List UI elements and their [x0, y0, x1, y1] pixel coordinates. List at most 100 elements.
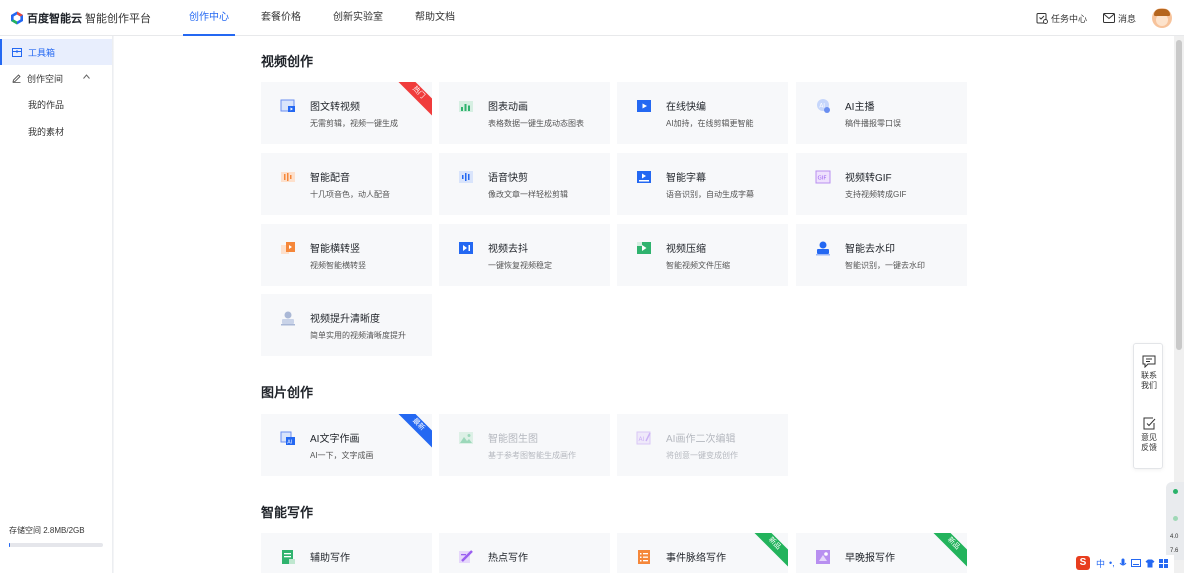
tool-card-description: 智能视频文件压缩	[666, 261, 730, 270]
tool-card-description: 稿件播报零口误	[845, 119, 901, 128]
svg-text:AI: AI	[639, 436, 645, 443]
sidebar-item-my-works[interactable]: 我的作品	[0, 91, 112, 118]
keyboard-icon	[1130, 559, 1141, 567]
sogou-logo: S	[1076, 556, 1090, 570]
sidebar-item-workspace[interactable]: 创作空间	[0, 65, 112, 91]
nav-help-docs[interactable]: 帮助文档	[415, 0, 455, 36]
online-edit-icon	[637, 100, 651, 112]
tool-card-ai-anchor[interactable]: AI AI主播 稿件播报零口误	[796, 82, 967, 144]
chart-animation-icon	[459, 101, 473, 112]
tool-card-image-to-image[interactable]: 智能图生图 基于参考图智能生成画作	[439, 414, 610, 476]
microphone-icon	[1119, 558, 1127, 566]
messages-label: 消息	[1117, 13, 1136, 24]
tool-card-description: 视频智能横转竖	[310, 261, 366, 270]
tool-card-description: 简单实用的视频清晰度提升	[310, 331, 406, 340]
ai-paint-icon: AI	[280, 431, 295, 446]
contact-us-button[interactable]: 联系我们	[1134, 355, 1164, 391]
card-badge: 新品	[748, 533, 788, 570]
sidebar-item-label: 创作空间	[27, 73, 64, 84]
tool-card-gif[interactable]: GIF 视频转GIF 支持视频转成GIF	[796, 153, 967, 215]
tool-card-landscape-to-portrait[interactable]: 智能横转竖视频智能横转竖	[261, 224, 432, 286]
hot-writing-icon	[459, 550, 473, 563]
baidu-cloud-logo-icon	[11, 11, 23, 24]
tool-card-title: 智能配音	[310, 173, 350, 184]
ai-anchor-icon: AI	[817, 99, 830, 113]
logo[interactable]: 百度智能云 智能创作平台	[10, 10, 151, 26]
mail-icon	[1102, 13, 1115, 23]
image-to-image-icon	[459, 432, 473, 444]
chat-icon	[1142, 355, 1156, 368]
tool-card-title: 在线快编	[666, 102, 706, 113]
widget-value-1: 4.0	[1170, 534, 1179, 540]
svg-text:AI: AI	[819, 103, 825, 110]
tool-card-title: 视频去抖	[488, 244, 528, 255]
section-title-writing: 智能写作	[261, 505, 314, 520]
status-dot	[1173, 516, 1178, 521]
tool-card-subtitle[interactable]: 智能字幕语音识别，自动生成字幕	[617, 153, 788, 215]
tool-card-title: 智能横转竖	[310, 244, 360, 255]
tool-card-image-to-video[interactable]: 图文转视频 无需剪辑，视频一键生成 热门	[261, 82, 432, 144]
tool-card-report-writing[interactable]: 早晚报写作 新品	[796, 533, 967, 573]
tool-card-ai-edit[interactable]: AI AI画作二次编辑 将创意一键变成创作	[617, 414, 788, 476]
tool-card-voice-cut[interactable]: 语音快剪 像改文章一样轻松剪辑	[439, 153, 610, 215]
tool-card-description: 智能识别，一键去水印	[845, 261, 925, 270]
subtitle-icon	[637, 171, 651, 183]
nav-pricing[interactable]: 套餐价格	[261, 0, 301, 36]
tool-card-title: 视频提升清晰度	[310, 314, 380, 325]
tool-card-event-writing[interactable]: 事件脉络写作 新品	[617, 533, 788, 573]
tool-card-title: 智能去水印	[845, 244, 895, 255]
user-avatar[interactable]	[1152, 8, 1172, 28]
widget-value-2: 7.6	[1170, 548, 1179, 554]
tool-card-stabilize[interactable]: 视频去抖 一键恢复视频稳定	[439, 224, 610, 286]
storage-progress-fill	[9, 543, 10, 547]
side-status-widget[interactable]: 4.0 7.6	[1166, 482, 1184, 560]
tool-card-ai-paint[interactable]: AI AI文字作画 AI一下，文字成画 最新	[261, 414, 432, 476]
dubbing-icon	[281, 172, 295, 182]
event-writing-icon	[638, 550, 650, 564]
image-to-video-icon	[280, 99, 295, 112]
pen-icon	[12, 73, 21, 83]
skin-icon	[1145, 559, 1155, 567]
tool-card-hot-writing[interactable]: 热点写作	[439, 533, 610, 573]
tool-card-compress[interactable]: 视频压缩 智能视频文件压缩	[617, 224, 788, 286]
tool-card-title: 智能字幕	[666, 173, 706, 184]
tool-card-title: 热点写作	[488, 553, 528, 564]
card-badge: 最新	[392, 414, 432, 451]
scrollbar-thumb[interactable]	[1176, 40, 1182, 350]
tool-card-description: 支持视频转成GIF	[845, 190, 907, 199]
tool-card-description: 语音识别，自动生成字幕	[666, 190, 754, 199]
tool-card-title: 早晚报写作	[845, 553, 895, 564]
sidebar-item-my-materials[interactable]: 我的素材	[0, 118, 112, 145]
nav-creation-center[interactable]: 创作中心	[183, 0, 235, 36]
section-title-video: 视频创作	[261, 54, 314, 69]
nav-innovation-lab[interactable]: 创新实验室	[333, 0, 383, 36]
tool-card-description: 表格数据一键生成动态图表	[488, 119, 584, 128]
task-center-icon	[1036, 13, 1048, 24]
voice-cut-icon	[459, 171, 473, 183]
tool-card-title: AI画作二次编辑	[666, 434, 736, 445]
tool-card-watermark-remove[interactable]: 智能去水印智能识别，一键去水印	[796, 224, 967, 286]
card-badge: 新品	[927, 533, 967, 570]
brand-name: 百度智能云	[27, 12, 82, 25]
tool-card-dubbing[interactable]: 智能配音 十几项音色，动人配音	[261, 153, 432, 215]
tool-card-chart-animation[interactable]: 图表动画 表格数据一键生成动态图表	[439, 82, 610, 144]
report-writing-icon	[816, 550, 830, 564]
svg-text:GIF: GIF	[818, 176, 827, 182]
watermark-remove-icon	[816, 241, 830, 256]
grid-menu-icon	[1158, 558, 1168, 568]
tool-card-description: 基于参考图智能生成画作	[488, 451, 576, 460]
ime-toolbar[interactable]: S 中 •,	[1076, 555, 1174, 571]
messages-button[interactable]: 消息	[1102, 12, 1136, 25]
tool-card-online-edit[interactable]: 在线快编 AI加持，在线剪辑更智能	[617, 82, 788, 144]
tool-card-assist-writing[interactable]: 辅助写作	[261, 533, 432, 573]
svg-text:AI: AI	[287, 440, 292, 446]
tool-card-enhance[interactable]: 视频提升清晰度简单实用的视频清晰度提升	[261, 294, 432, 356]
feedback-button[interactable]: 意见反馈	[1134, 417, 1164, 453]
sidebar-item-label: 工具箱	[28, 47, 56, 58]
sidebar-item-toolbox[interactable]: 工具箱	[0, 39, 112, 65]
task-center-button[interactable]: 任务中心	[1036, 12, 1087, 25]
toolbox-icon	[12, 47, 22, 57]
tool-card-description: 无需剪辑，视频一键生成	[310, 119, 398, 128]
compress-icon	[637, 242, 651, 254]
tool-card-description: AI加持，在线剪辑更智能	[666, 119, 754, 128]
